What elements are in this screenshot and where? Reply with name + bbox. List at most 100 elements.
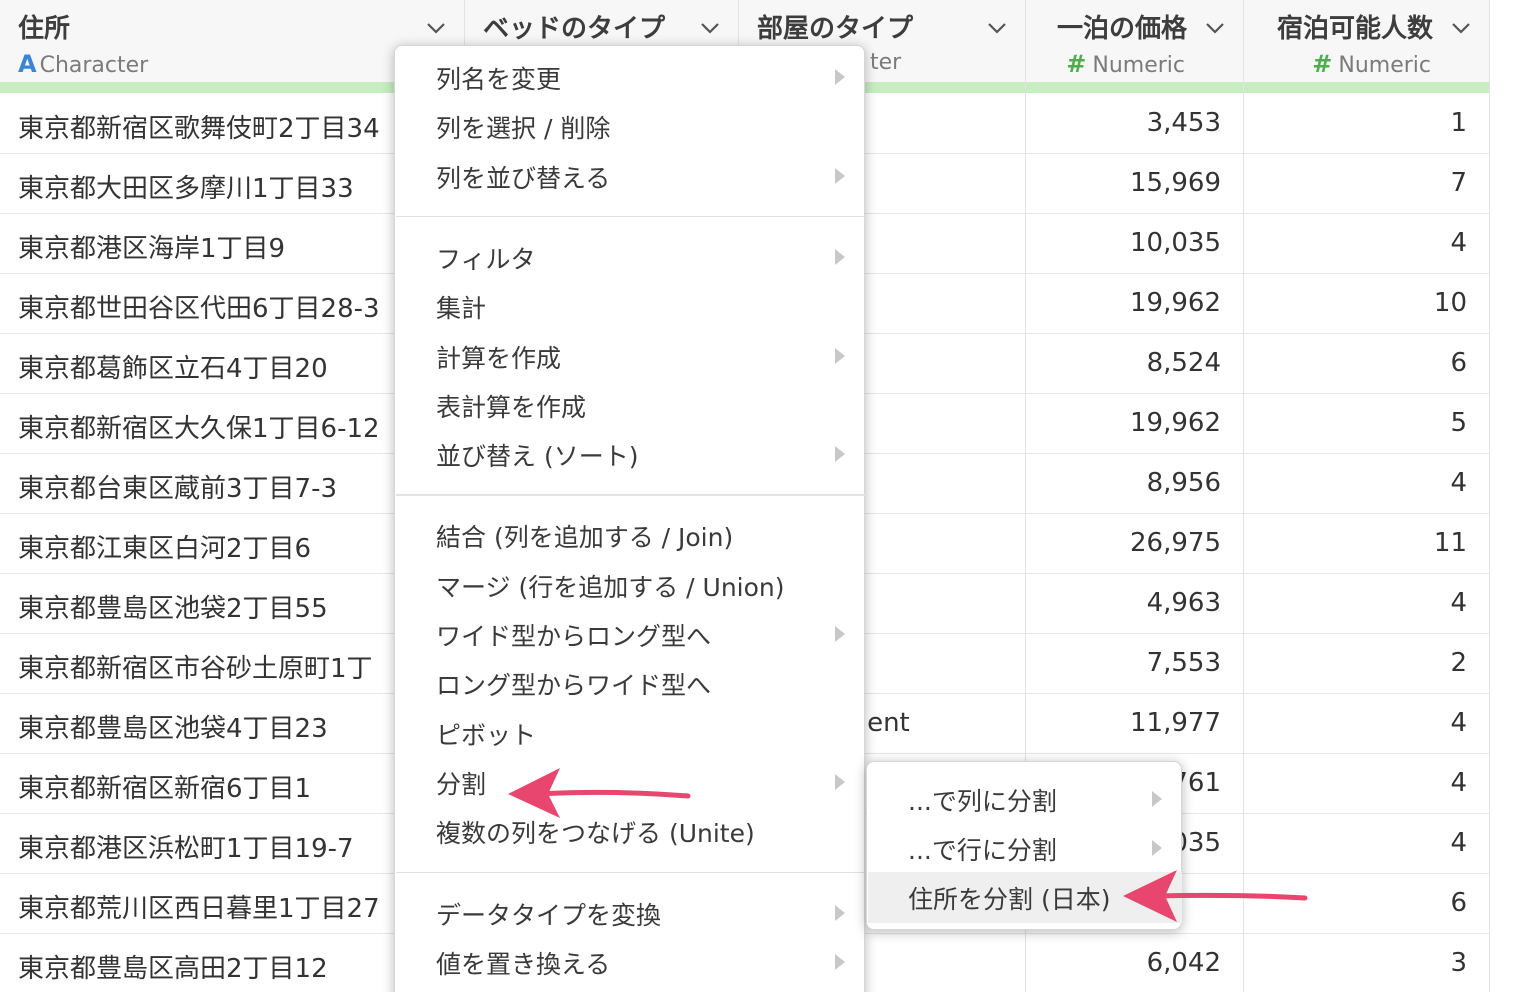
menu-item[interactable]: 表計算を作成 — [436, 388, 586, 424]
submenu-item[interactable]: ...で列に分割 — [908, 782, 1057, 818]
table-cell[interactable]: 東京都港区浜松町1丁目19-7 — [18, 828, 354, 865]
table-row: 4 — [1244, 694, 1489, 754]
split-address-japan-item[interactable]: 住所を分割 (日本) — [908, 880, 1110, 916]
table-cell[interactable]: 7,553 — [1147, 648, 1221, 678]
table-cell[interactable]: 1 — [1450, 108, 1467, 138]
submenu-arrow-icon — [835, 626, 845, 642]
table-cell[interactable]: 8,956 — [1147, 468, 1221, 498]
table-cell[interactable]: 3 — [1450, 948, 1467, 978]
table-cell[interactable]: 東京都新宿区歌舞伎町2丁目34 — [18, 108, 380, 145]
table-cell[interactable]: 11 — [1434, 528, 1467, 558]
table-row: 8,524 — [1026, 334, 1243, 394]
table-cell[interactable]: 4 — [1450, 708, 1467, 738]
table-cell[interactable]: 東京都新宿区市谷砂土原町1丁 — [18, 648, 373, 685]
table-cell[interactable]: 4 — [1450, 588, 1467, 618]
table-row: 6 — [1244, 874, 1489, 934]
numeric-type-icon: # — [1066, 50, 1087, 78]
menu-item[interactable]: 値を置き換える — [436, 945, 610, 981]
quality-bar — [1026, 82, 1243, 93]
table-cell[interactable]: 4 — [1450, 828, 1467, 858]
column-title: ベッドのタイプ — [483, 14, 666, 44]
table-row: 6,042 — [1026, 934, 1243, 992]
table-cell[interactable]: 15,969 — [1130, 168, 1221, 198]
column-context-menu: 列名を変更列を選択 / 削除 列を並び替える フィルタ集計計算を作成表計算を作成並び… — [394, 45, 865, 992]
menu-item[interactable]: 列名を変更 — [436, 60, 561, 96]
table-cell[interactable]: 東京都江東区白河2丁目6 — [18, 528, 311, 565]
table-cell[interactable]: 東京都葛飾区立石4丁目20 — [18, 348, 328, 385]
table-cell[interactable]: 2 — [1450, 648, 1467, 678]
column-type-label: Numeric — [1338, 53, 1431, 78]
table-cell[interactable]: 東京都世田谷区代田6丁目28-3 — [18, 288, 380, 325]
menu-item[interactable]: フィルタ — [436, 240, 536, 276]
table-cell[interactable]: 11,977 — [1130, 708, 1221, 738]
table-cell[interactable]: 東京都新宿区大久保1丁目6-12 — [18, 408, 380, 445]
table-cell[interactable]: 東京都大田区多摩川1丁目33 — [18, 168, 354, 205]
column-title: 一泊の価格 — [1056, 14, 1187, 44]
table-cell[interactable]: 7 — [1450, 168, 1467, 198]
column-title: 宿泊可能人数 — [1276, 14, 1433, 44]
menu-item[interactable]: ロング型からワイド型へ — [436, 666, 711, 702]
table-cell[interactable]: 26,975 — [1130, 528, 1221, 558]
menu-item[interactable]: 列を並び替える — [436, 159, 610, 195]
table-cell[interactable]: 東京都台東区蔵前3丁目7-3 — [18, 468, 337, 505]
table-cell[interactable]: 4 — [1450, 468, 1467, 498]
menu-item[interactable]: ワイド型からロング型へ — [436, 617, 711, 653]
chevron-down-icon[interactable] — [1449, 16, 1473, 40]
table-cell[interactable]: 東京都豊島区池袋2丁目55 — [18, 588, 328, 625]
column-title: 部屋のタイプ — [757, 14, 914, 44]
menu-item[interactable]: マージ (行を追加する / Union) — [436, 568, 785, 604]
chevron-down-icon[interactable] — [985, 16, 1009, 40]
menu-item[interactable]: 集計 — [436, 289, 486, 325]
column-type: A Character — [18, 50, 148, 78]
menu-item[interactable]: 分割 — [436, 765, 486, 801]
character-type-icon: A — [18, 50, 37, 78]
table-row: 4,963 — [1026, 574, 1243, 634]
menu-item[interactable]: 複数の列をつなげる (Unite) — [436, 814, 755, 850]
submenu-arrow-icon — [1152, 840, 1162, 856]
table-cell[interactable]: 6,042 — [1147, 948, 1221, 978]
table-cell[interactable]: 8,524 — [1147, 348, 1221, 378]
column-header-guests[interactable]: 宿泊可能人数 # Numeric — [1244, 0, 1489, 82]
column-header-price[interactable]: 一泊の価格 # Numeric — [1026, 0, 1243, 82]
table-row: 8,956 — [1026, 454, 1243, 514]
table-cell[interactable]: 東京都豊島区池袋4丁目23 — [18, 708, 328, 745]
menu-item[interactable]: ピボット — [436, 716, 536, 752]
menu-item[interactable]: 結合 (列を追加する / Join) — [436, 518, 733, 554]
chevron-down-icon[interactable] — [424, 16, 448, 40]
menu-item[interactable]: 並び替え (ソート) — [436, 437, 638, 473]
table-row: 7,553 — [1026, 634, 1243, 694]
table-cell[interactable]: 5 — [1450, 408, 1467, 438]
menu-item[interactable]: 列を選択 / 削除 — [436, 109, 610, 145]
submenu-arrow-icon — [835, 347, 845, 364]
table-row: 15,969 — [1026, 154, 1243, 214]
split-submenu: ...で列に分割 ...で行に分割住所を分割 (日本) — [866, 761, 1182, 930]
submenu-arrow-icon — [835, 69, 845, 85]
menu-item[interactable]: データタイプを変換 — [436, 896, 661, 932]
table-cell[interactable]: 東京都荒川区西日暮里1丁目27 — [18, 888, 380, 925]
menu-separator — [396, 494, 865, 496]
table-cell[interactable]: 10,035 — [1130, 228, 1221, 258]
chevron-down-icon[interactable] — [698, 16, 722, 40]
column-type: # Numeric — [1066, 50, 1185, 78]
table-cell[interactable]: 4 — [1450, 228, 1467, 258]
chevron-down-icon[interactable] — [1203, 16, 1227, 40]
table-cell[interactable]: 19,962 — [1130, 408, 1221, 438]
submenu-item[interactable]: ...で行に分割 — [908, 831, 1057, 867]
table-cell[interactable]: 4 — [1450, 768, 1467, 798]
numeric-type-icon: # — [1312, 50, 1333, 78]
table-cell[interactable]: 3,453 — [1147, 108, 1221, 138]
table-cell[interactable]: 東京都新宿区新宿6丁目1 — [18, 768, 311, 805]
table-row: 19,962 — [1026, 394, 1243, 454]
table-cell[interactable]: 19,962 — [1130, 288, 1221, 318]
table-cell[interactable]: 東京都豊島区高田2丁目12 — [18, 948, 328, 985]
table-cell[interactable]: 東京都港区海岸1丁目9 — [18, 228, 285, 265]
table-cell[interactable]: 10 — [1434, 288, 1467, 318]
submenu-arrow-icon — [835, 773, 845, 790]
table-row: 26,975 — [1026, 514, 1243, 574]
table-cell[interactable]: 6 — [1450, 348, 1467, 378]
menu-item[interactable]: 計算を作成 — [436, 339, 561, 375]
table-cell[interactable]: 4,963 — [1147, 588, 1221, 618]
table-cell[interactable]: 6 — [1450, 888, 1467, 918]
column-type-label: Numeric — [1092, 53, 1185, 78]
submenu-arrow-icon — [835, 248, 845, 265]
